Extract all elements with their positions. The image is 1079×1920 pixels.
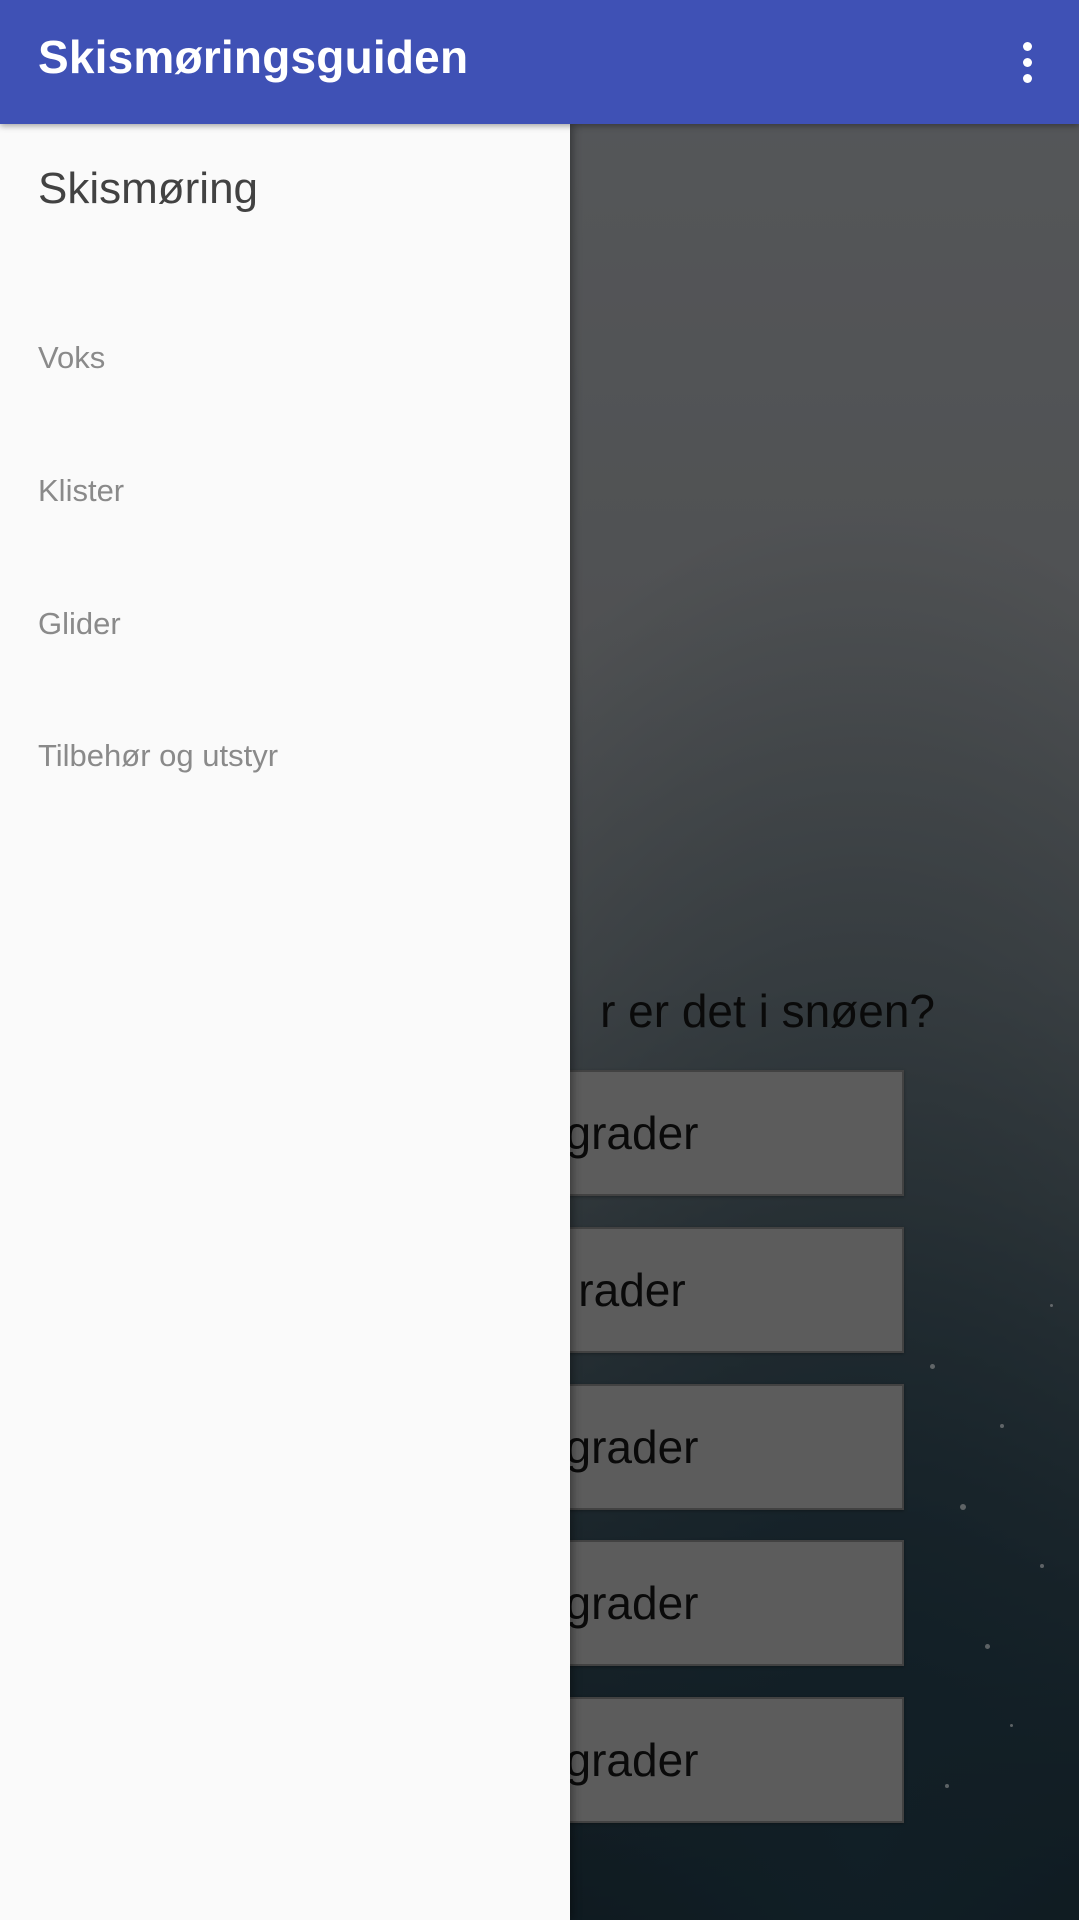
drawer-item-label: Voks [38, 340, 106, 375]
drawer-item-voks[interactable]: Voks [0, 308, 570, 408]
drawer-item-label: Glider [38, 606, 121, 641]
drawer-item-glider[interactable]: Glider [0, 574, 570, 674]
app-screen: Skismøringsguiden r er det i snøen? grad… [0, 0, 1079, 1920]
drawer-item-label: Klister [38, 473, 125, 508]
overflow-dot [1022, 73, 1032, 83]
drawer-item-label: Tilbehør og utstyr [38, 738, 279, 773]
drawer-item-tilbehor[interactable]: Tilbehør og utstyr [0, 706, 570, 806]
app-bar: Skismøringsguiden [0, 0, 1079, 124]
navigation-drawer: Skismøring Voks Klister Glider Tilbehør … [0, 124, 570, 1920]
overflow-dot [1022, 57, 1032, 67]
app-title: Skismøringsguiden [38, 31, 469, 83]
drawer-header: Skismøring [38, 164, 259, 213]
overflow-dot [1022, 41, 1032, 51]
more-vert-icon[interactable] [995, 30, 1059, 94]
drawer-item-klister[interactable]: Klister [0, 441, 570, 541]
